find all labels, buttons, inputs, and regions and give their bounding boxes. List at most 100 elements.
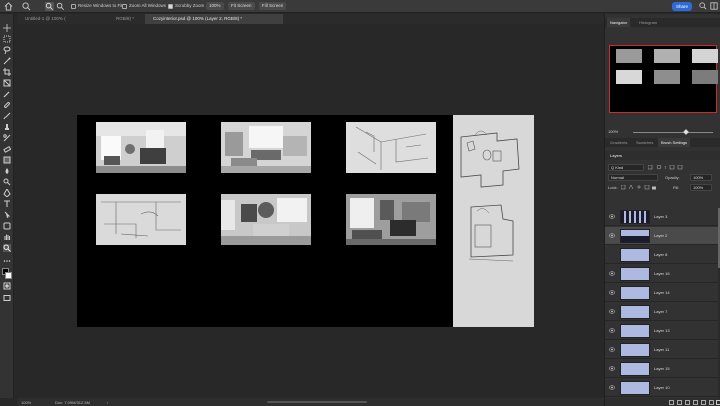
layer-row[interactable]: Layer 3: [605, 208, 720, 226]
healing-brush-icon[interactable]: [3, 101, 11, 109]
eraser-icon[interactable]: [3, 145, 11, 153]
add-mask-icon[interactable]: [685, 399, 690, 405]
new-group-icon[interactable]: [701, 399, 706, 405]
link-layers-icon[interactable]: [669, 399, 674, 405]
layer-thumbnail[interactable]: [620, 229, 650, 243]
layer-row[interactable]: Layer 15: [605, 360, 720, 378]
resize-windows-checkbox[interactable]: [71, 3, 76, 9]
adjustment-layer-icon[interactable]: [693, 399, 698, 405]
layer-style-icon[interactable]: [677, 399, 682, 405]
layer-thumbnail[interactable]: [620, 267, 650, 281]
visibility-eye-icon[interactable]: [609, 347, 615, 352]
zoom-value-button[interactable]: 100%: [206, 2, 224, 10]
scrubby-zoom-checkbox[interactable]: [168, 3, 173, 9]
layer-thumbnail[interactable]: [620, 324, 650, 338]
eyedropper-icon[interactable]: [3, 90, 11, 98]
layer-thumbnail[interactable]: [620, 286, 650, 300]
status-arrow-icon[interactable]: ›: [107, 400, 108, 405]
opacity-input[interactable]: 100%: [690, 174, 712, 181]
frame-tool-icon[interactable]: [3, 79, 11, 87]
zoom-tool-active-icon[interactable]: [3, 244, 11, 252]
crop-tool-icon[interactable]: [3, 68, 11, 76]
gradient-tool-icon[interactable]: [3, 156, 11, 164]
visibility-eye-icon[interactable]: [609, 214, 615, 219]
fit-screen-button[interactable]: Fit Screen: [228, 2, 255, 10]
layer-thumbnail[interactable]: [620, 381, 650, 395]
blur-tool-icon[interactable]: [3, 167, 11, 175]
layer-row[interactable]: Layer 2: [605, 227, 720, 245]
status-zoom[interactable]: 100%: [21, 400, 31, 405]
workspace-icon[interactable]: [710, 2, 718, 10]
screen-mode-icon[interactable]: [3, 294, 11, 302]
layer-thumbnail[interactable]: [620, 210, 650, 224]
brush-tool-icon[interactable]: [3, 112, 11, 120]
quick-mask-icon[interactable]: [3, 282, 11, 290]
more-tools-icon[interactable]: [3, 257, 11, 265]
layer-row[interactable]: Layer 8: [605, 246, 720, 264]
fill-input[interactable]: 100%: [690, 184, 712, 191]
tab-untitled[interactable]: Untitled-1 @ 100% ( RGB/8) *: [17, 14, 144, 24]
layer-filter-icons[interactable]: T: [648, 165, 708, 170]
type-tool-icon[interactable]: [3, 200, 11, 208]
right-dock: Navigator Histogram 100% Gradients Swatc…: [604, 14, 720, 406]
navigator-zoom-knob[interactable]: [683, 129, 689, 135]
visibility-eye-icon[interactable]: [609, 233, 615, 238]
tab-brush-settings[interactable]: Brush Settings: [658, 138, 691, 147]
visibility-eye-icon[interactable]: [609, 366, 615, 371]
share-button[interactable]: Share: [672, 2, 692, 11]
canvas-area[interactable]: [17, 24, 604, 398]
layer-thumbnail[interactable]: [620, 343, 650, 357]
zoom-in-icon[interactable]: [45, 2, 54, 11]
tab-histogram[interactable]: Histogram: [636, 18, 660, 27]
fill-screen-button[interactable]: Fill Screen: [259, 2, 287, 10]
layer-row[interactable]: Layer 10: [605, 379, 720, 397]
layer-filter-kind[interactable]: Q Kind: [608, 164, 644, 171]
lock-icons[interactable]: [621, 185, 657, 190]
doc-info[interactable]: Doc: 7.09M/312.5M: [55, 400, 90, 405]
clone-stamp-icon[interactable]: [3, 123, 11, 131]
visibility-eye-icon[interactable]: [609, 328, 615, 333]
tab-layers[interactable]: Layers: [607, 151, 625, 160]
visibility-eye-icon[interactable]: [609, 290, 615, 295]
layer-row[interactable]: Layer 7: [605, 303, 720, 321]
path-selection-icon[interactable]: [3, 211, 11, 219]
layer-row[interactable]: Layer 16: [605, 265, 720, 283]
delete-layer-icon[interactable]: [716, 399, 720, 405]
new-layer-icon[interactable]: [709, 399, 714, 405]
marquee-tool-icon[interactable]: [3, 35, 11, 43]
history-brush-icon[interactable]: [3, 134, 11, 142]
visibility-eye-icon[interactable]: [609, 271, 615, 276]
home-icon[interactable]: [4, 2, 13, 11]
layer-row[interactable]: Layer 14: [605, 284, 720, 302]
zoom-out-icon[interactable]: [56, 2, 65, 11]
background-color-swatch[interactable]: [5, 272, 12, 279]
zoom-tool-icon[interactable]: [22, 2, 31, 11]
navigator-preview[interactable]: [609, 45, 718, 113]
visibility-eye-icon[interactable]: [609, 252, 615, 257]
blend-mode-select[interactable]: Normal: [608, 174, 658, 181]
search-icon[interactable]: [699, 2, 707, 10]
horizontal-scrollbar[interactable]: [267, 401, 367, 403]
hand-tool-icon[interactable]: [3, 233, 11, 241]
layer-row[interactable]: Layer 11: [605, 341, 720, 359]
shape-tool-icon[interactable]: [3, 222, 11, 230]
visibility-eye-icon[interactable]: [609, 309, 615, 314]
navigator-zoom-slider[interactable]: [633, 132, 713, 133]
dodge-tool-icon[interactable]: [3, 178, 11, 186]
zoom-all-windows-checkbox[interactable]: [122, 3, 127, 9]
navigator-zoom-value[interactable]: 100%: [608, 129, 618, 134]
tab-swatches[interactable]: Swatches: [633, 138, 656, 147]
artboard[interactable]: [77, 115, 453, 327]
layer-row[interactable]: Layer 13: [605, 322, 720, 340]
move-tool-icon[interactable]: [3, 24, 11, 32]
tab-cozyinterior[interactable]: Cozyinterior.psd @ 100% (Layer 2, RGB/8)…: [145, 14, 283, 24]
layer-thumbnail[interactable]: [620, 248, 650, 262]
layer-thumbnail[interactable]: [620, 305, 650, 319]
magic-wand-icon[interactable]: [3, 57, 11, 65]
lasso-tool-icon[interactable]: [3, 46, 11, 54]
tab-navigator[interactable]: Navigator: [607, 18, 631, 27]
pen-tool-icon[interactable]: [3, 189, 11, 197]
layer-thumbnail[interactable]: [620, 362, 650, 376]
tab-gradients[interactable]: Gradients: [607, 138, 630, 147]
visibility-eye-icon[interactable]: [609, 385, 615, 390]
